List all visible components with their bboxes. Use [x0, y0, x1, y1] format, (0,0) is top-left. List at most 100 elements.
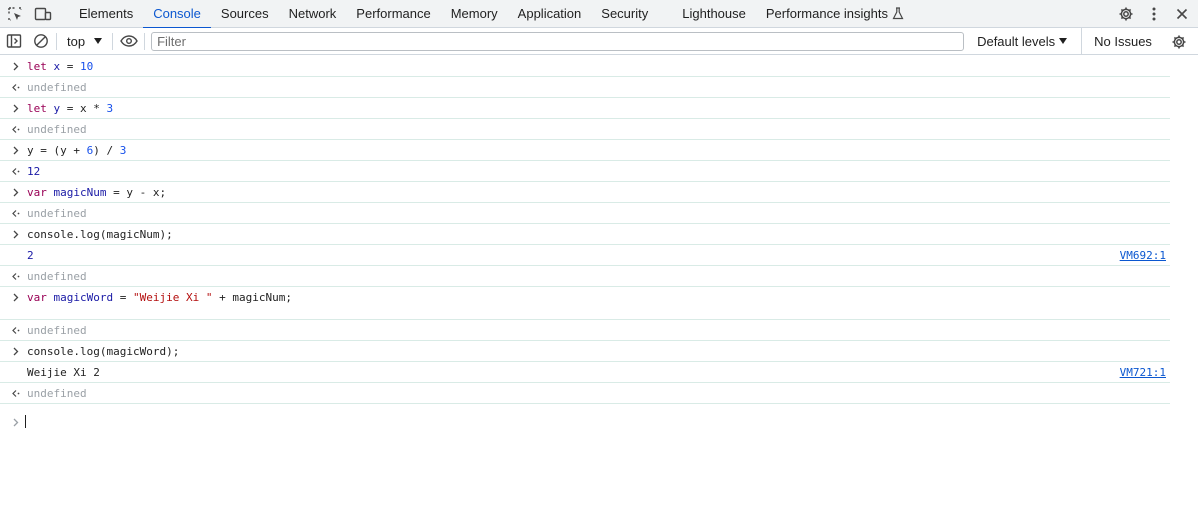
code-token: let	[27, 60, 47, 73]
input-chevron-icon	[9, 140, 23, 161]
log-value: 2	[27, 249, 34, 262]
clear-console-icon[interactable]	[27, 28, 54, 55]
tab-label: Performance insights	[765, 6, 888, 21]
code-token: "Weijie Xi "	[132, 291, 213, 304]
device-toolbar-icon[interactable]	[29, 0, 57, 28]
console-log-line: Weijie Xi 2 VM721:1	[0, 362, 1170, 383]
tab-console[interactable]: Console	[143, 0, 211, 29]
console-input-line: console.log(magicWord);	[0, 341, 1170, 362]
result-arrow-icon	[9, 77, 23, 98]
result-arrow-icon	[9, 203, 23, 224]
tab-lighthouse[interactable]: Lighthouse	[672, 0, 756, 28]
prompt-chevron-icon	[9, 412, 23, 433]
result-value: undefined	[27, 81, 87, 94]
result-arrow-icon	[9, 320, 23, 341]
console-result-line: undefined	[0, 203, 1170, 224]
tab-label: Performance	[356, 6, 431, 21]
console-result-line: 12	[0, 161, 1170, 182]
tab-label: Application	[517, 6, 582, 21]
tab-label: Console	[153, 6, 201, 21]
result-arrow-icon	[9, 119, 23, 140]
code-token: magicNum	[53, 186, 107, 199]
console-toolbar: top Default levels No Issues	[0, 27, 1198, 55]
tab-network[interactable]: Network	[279, 0, 347, 28]
tab-label: Elements	[79, 6, 134, 21]
log-levels-label: Default levels	[977, 33, 1056, 49]
code-token: 3	[106, 102, 114, 115]
code-token: = y - x;	[106, 186, 167, 199]
input-chevron-icon	[9, 224, 23, 245]
code-token: = x *	[60, 102, 107, 115]
tab-security[interactable]: Security	[591, 0, 658, 28]
result-value: undefined	[27, 324, 87, 337]
console-input-line: var magicWord = "Weijie Xi " + magicNum;	[0, 287, 1170, 320]
code-token: var	[27, 186, 47, 199]
source-link[interactable]: VM721:1	[1120, 362, 1166, 383]
result-arrow-icon	[9, 161, 23, 182]
tab-label: Lighthouse	[682, 6, 746, 21]
tab-performance[interactable]: Performance	[346, 0, 440, 28]
code-token: ) /	[93, 144, 120, 157]
tab-sources[interactable]: Sources	[211, 0, 279, 28]
tab-label: Network	[288, 6, 337, 21]
log-levels-dropdown[interactable]: Default levels	[973, 28, 1071, 55]
code-token: magicWord	[53, 291, 114, 304]
console-log-line: 2 VM692:1	[0, 245, 1170, 266]
console-input-line: y = (y + 6) / 3	[0, 140, 1170, 161]
console-result-line: undefined	[0, 320, 1170, 341]
inspect-element-icon[interactable]	[1, 0, 29, 28]
console-settings-gear-icon[interactable]	[1165, 28, 1192, 55]
console-prompt[interactable]	[0, 412, 1170, 430]
issues-button[interactable]: No Issues	[1081, 27, 1158, 55]
log-value: Weijie Xi 2	[27, 366, 100, 379]
result-arrow-icon	[9, 266, 23, 287]
tab-memory[interactable]: Memory	[441, 0, 508, 28]
input-chevron-icon	[9, 56, 23, 77]
code-token: =	[113, 291, 133, 304]
input-chevron-icon	[9, 287, 23, 308]
live-expression-icon[interactable]	[115, 28, 142, 55]
code-token: 10	[80, 60, 94, 73]
text-cursor	[25, 415, 26, 428]
more-vertical-icon[interactable]	[1140, 0, 1168, 28]
issues-label: No Issues	[1094, 33, 1152, 49]
console-input-line: console.log(magicNum);	[0, 224, 1170, 245]
code-token: console.log(magicNum);	[27, 228, 173, 241]
code-token: + magicNum;	[212, 291, 292, 304]
tab-elements[interactable]: Elements	[69, 0, 143, 28]
console-input-line: let x = 10	[0, 56, 1170, 77]
tab-application[interactable]: Application	[508, 0, 592, 28]
code-token: 3	[119, 144, 127, 157]
result-value: undefined	[27, 123, 87, 136]
code-token: let	[27, 102, 47, 115]
input-chevron-icon	[9, 182, 23, 203]
result-value: undefined	[27, 270, 87, 283]
console-result-line: undefined	[0, 119, 1170, 140]
tab-label: Memory	[450, 6, 498, 21]
gear-icon[interactable]	[1112, 0, 1140, 28]
result-value: undefined	[27, 207, 87, 220]
toolbar-divider	[112, 32, 114, 50]
sidebar-toggle-icon[interactable]	[0, 28, 27, 55]
chevron-down-icon	[94, 38, 103, 44]
result-arrow-icon	[9, 383, 23, 404]
devtools-actions	[1112, 0, 1198, 28]
close-icon[interactable]	[1168, 0, 1196, 28]
chevron-down-icon	[1059, 38, 1068, 44]
tab-performance-insights[interactable]: Performance insights	[756, 0, 914, 28]
console-messages: let x = 10 undefined let y = x * 3 undefine…	[0, 56, 1170, 404]
tab-label: Security	[601, 6, 649, 21]
tab-list: Elements Console Sources Network Performance…	[69, 0, 914, 29]
console-result-line: undefined	[0, 77, 1170, 98]
console-input-line: var magicNum = y - x;	[0, 182, 1170, 203]
flask-icon	[892, 7, 904, 20]
console-result-line: undefined	[0, 383, 1170, 404]
console-input-line: let y = x * 3	[0, 98, 1170, 119]
context-selector[interactable]: top	[59, 28, 110, 55]
console-result-line: undefined	[0, 266, 1170, 287]
filter-input[interactable]	[151, 31, 965, 51]
source-link[interactable]: VM692:1	[1120, 245, 1166, 266]
